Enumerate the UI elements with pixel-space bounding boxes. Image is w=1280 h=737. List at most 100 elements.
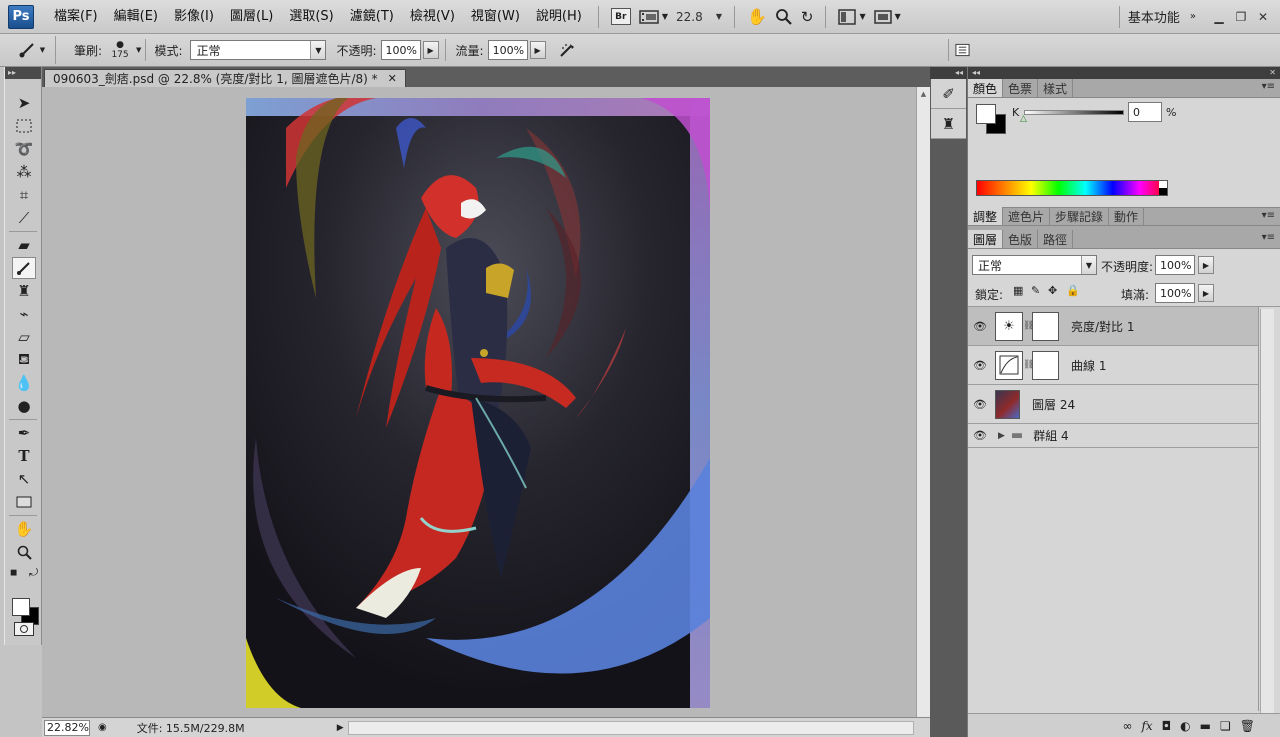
rotate-view-button[interactable]: ↻ [797,6,818,28]
lock-all-icon[interactable]: 🔒 [1066,284,1080,297]
quick-mask-button[interactable] [14,622,34,636]
lasso-tool[interactable]: ➰ [12,138,36,160]
tab-actions[interactable]: 動作 [1109,207,1145,225]
blur-tool[interactable]: 💧 [12,372,36,394]
eye-icon[interactable]: 👁 [968,398,992,411]
minimize-button[interactable]: ▁ [1208,10,1230,24]
k-value-input[interactable]: 0 [1128,102,1162,122]
color-ramp[interactable] [976,180,1168,196]
opacity-slider-button[interactable]: ▶ [422,41,439,59]
slider-handle-icon[interactable]: △ [1020,114,1027,124]
layer-row-brightness-contrast[interactable]: 👁 ☀ ⛓ 亮度/對比 1 [968,307,1258,346]
lock-pixels-icon[interactable]: ✎ [1031,284,1040,297]
brush-presets-button[interactable]: ✐ [931,79,966,109]
canvas-area[interactable] [42,87,916,719]
layer-mask-thumbnail[interactable] [1032,350,1059,380]
clone-source-button[interactable]: ♜ [931,109,966,139]
eye-icon[interactable]: 👁 [968,429,992,442]
eyedropper-tool[interactable]: ⟋ [12,207,36,229]
dock-header[interactable]: ◂◂ [930,67,967,79]
status-menu-arrow-icon[interactable]: ▶ [337,723,344,733]
tab-styles[interactable]: 樣式 [1038,79,1074,97]
close-window-button[interactable]: ✕ [1252,10,1274,24]
shape-tool[interactable] [12,491,36,513]
healing-brush-tool[interactable]: ▰ [12,234,36,256]
history-brush-tool[interactable]: ⌁ [12,303,36,325]
status-zoom-input[interactable]: 22.82% [44,719,90,736]
brush-picker[interactable]: ● 175 ▼ [110,40,141,60]
zoom-tool[interactable] [12,541,36,563]
layer-row-layer-24[interactable]: 👁 圖層 24 [968,385,1258,424]
restore-button[interactable]: ❐ [1230,10,1252,24]
menu-image[interactable]: 影像(I) [166,5,222,29]
layer-mask-thumbnail[interactable] [1032,311,1059,341]
expand-triangle-icon[interactable]: ▶ [998,431,1005,441]
trash-icon[interactable]: 🗑 [1240,719,1255,733]
link-layers-icon[interactable]: ∞ [1122,719,1132,733]
tab-paths[interactable]: 路徑 [1038,230,1074,248]
lock-transparency-icon[interactable]: ▦ [1013,284,1023,297]
panel-menu-icon[interactable]: ▾≡ [1262,81,1275,92]
mode-select[interactable]: 正常 ▼ [190,40,327,60]
hand-tool[interactable]: ✋ [12,518,36,540]
tab-swatches[interactable]: 色票 [1003,79,1039,97]
fill-input[interactable]: 100% [1155,283,1195,303]
magic-wand-tool[interactable]: ⁂ [12,161,36,183]
tab-layers[interactable]: 圖層 [968,230,1004,248]
layer-row-curves[interactable]: 👁 ⛓ 曲線 1 [968,346,1258,385]
brush-tool[interactable] [12,257,36,279]
menu-layer[interactable]: 圖層(L) [222,5,281,29]
tools-panel-header[interactable]: ▸▸ [5,67,41,79]
menu-window[interactable]: 視窗(W) [463,5,528,29]
tab-channels[interactable]: 色版 [1003,230,1039,248]
menu-select[interactable]: 選取(S) [281,5,341,29]
screen-mode-button[interactable]: ▼ [870,6,905,28]
chevron-double-right-icon[interactable]: » [1190,11,1196,22]
flow-slider-button[interactable]: ▶ [529,41,546,59]
zoom-level-dropdown[interactable]: 22.8 ▼ [672,7,726,27]
swap-colors-button[interactable]: ⤾ [29,566,38,580]
hand-tool-button[interactable]: ✋ [743,6,771,28]
layer-opacity-slider-button[interactable]: ▶ [1198,256,1214,274]
marquee-tool[interactable] [12,115,36,137]
tab-masks[interactable]: 遮色片 [1003,207,1051,225]
path-selection-tool[interactable]: ↖ [12,468,36,490]
type-tool[interactable]: T [12,445,36,467]
move-tool[interactable]: ➤ [12,92,36,114]
fx-icon[interactable]: fx [1141,719,1152,733]
zoom-tool-button[interactable] [771,6,797,28]
clone-stamp-tool[interactable]: ♜ [12,280,36,302]
panel-group-header[interactable]: ◂◂ ✕ [968,67,1280,79]
foreground-color-swatch[interactable] [12,598,30,616]
pen-tool[interactable]: ✒ [12,422,36,444]
status-menu-icon[interactable]: ◉ [98,722,107,733]
menu-file[interactable]: 檔案(F) [46,5,106,29]
scroll-up-button[interactable]: ▲ [917,87,930,101]
fill-slider-button[interactable]: ▶ [1198,284,1214,302]
add-mask-icon[interactable]: ◘ [1162,719,1172,733]
workspace-switcher[interactable]: 基本功能 [1128,7,1180,26]
opacity-input[interactable]: 100% [380,40,421,60]
paint-bucket-tool[interactable]: ⛾ [12,349,36,371]
panel-menu-icon[interactable]: ▾≡ [1262,232,1275,243]
k-slider[interactable] [1024,110,1124,115]
eraser-tool[interactable]: ▱ [12,326,36,348]
layers-scrollbar[interactable] [1260,309,1274,713]
tab-history[interactable]: 步驟記錄 [1050,207,1110,225]
lock-position-icon[interactable]: ✥ [1048,284,1057,297]
menu-help[interactable]: 說明(H) [528,5,590,29]
horizontal-scrollbar[interactable] [347,720,914,735]
arrange-documents-button[interactable]: ▼ [834,6,869,28]
menu-filter[interactable]: 濾鏡(T) [342,5,402,29]
crop-tool[interactable]: ⌗ [12,184,36,206]
view-extras-button[interactable]: ▼ [635,6,672,28]
vertical-scrollbar[interactable]: ▲ [916,87,930,719]
airbrush-button[interactable] [556,39,578,61]
bridge-button[interactable]: Br [607,6,635,28]
tool-preset-picker[interactable]: ▼ [8,36,56,64]
menu-view[interactable]: 檢視(V) [402,5,463,29]
layer-opacity-input[interactable]: 100% [1155,255,1195,275]
panel-menu-icon[interactable]: ▾≡ [1262,210,1275,221]
document-tab[interactable]: 090603_劍痞.psd @ 22.8% (亮度/對比 1, 圖層遮色片/8)… [44,69,406,87]
eye-icon[interactable]: 👁 [968,320,992,333]
